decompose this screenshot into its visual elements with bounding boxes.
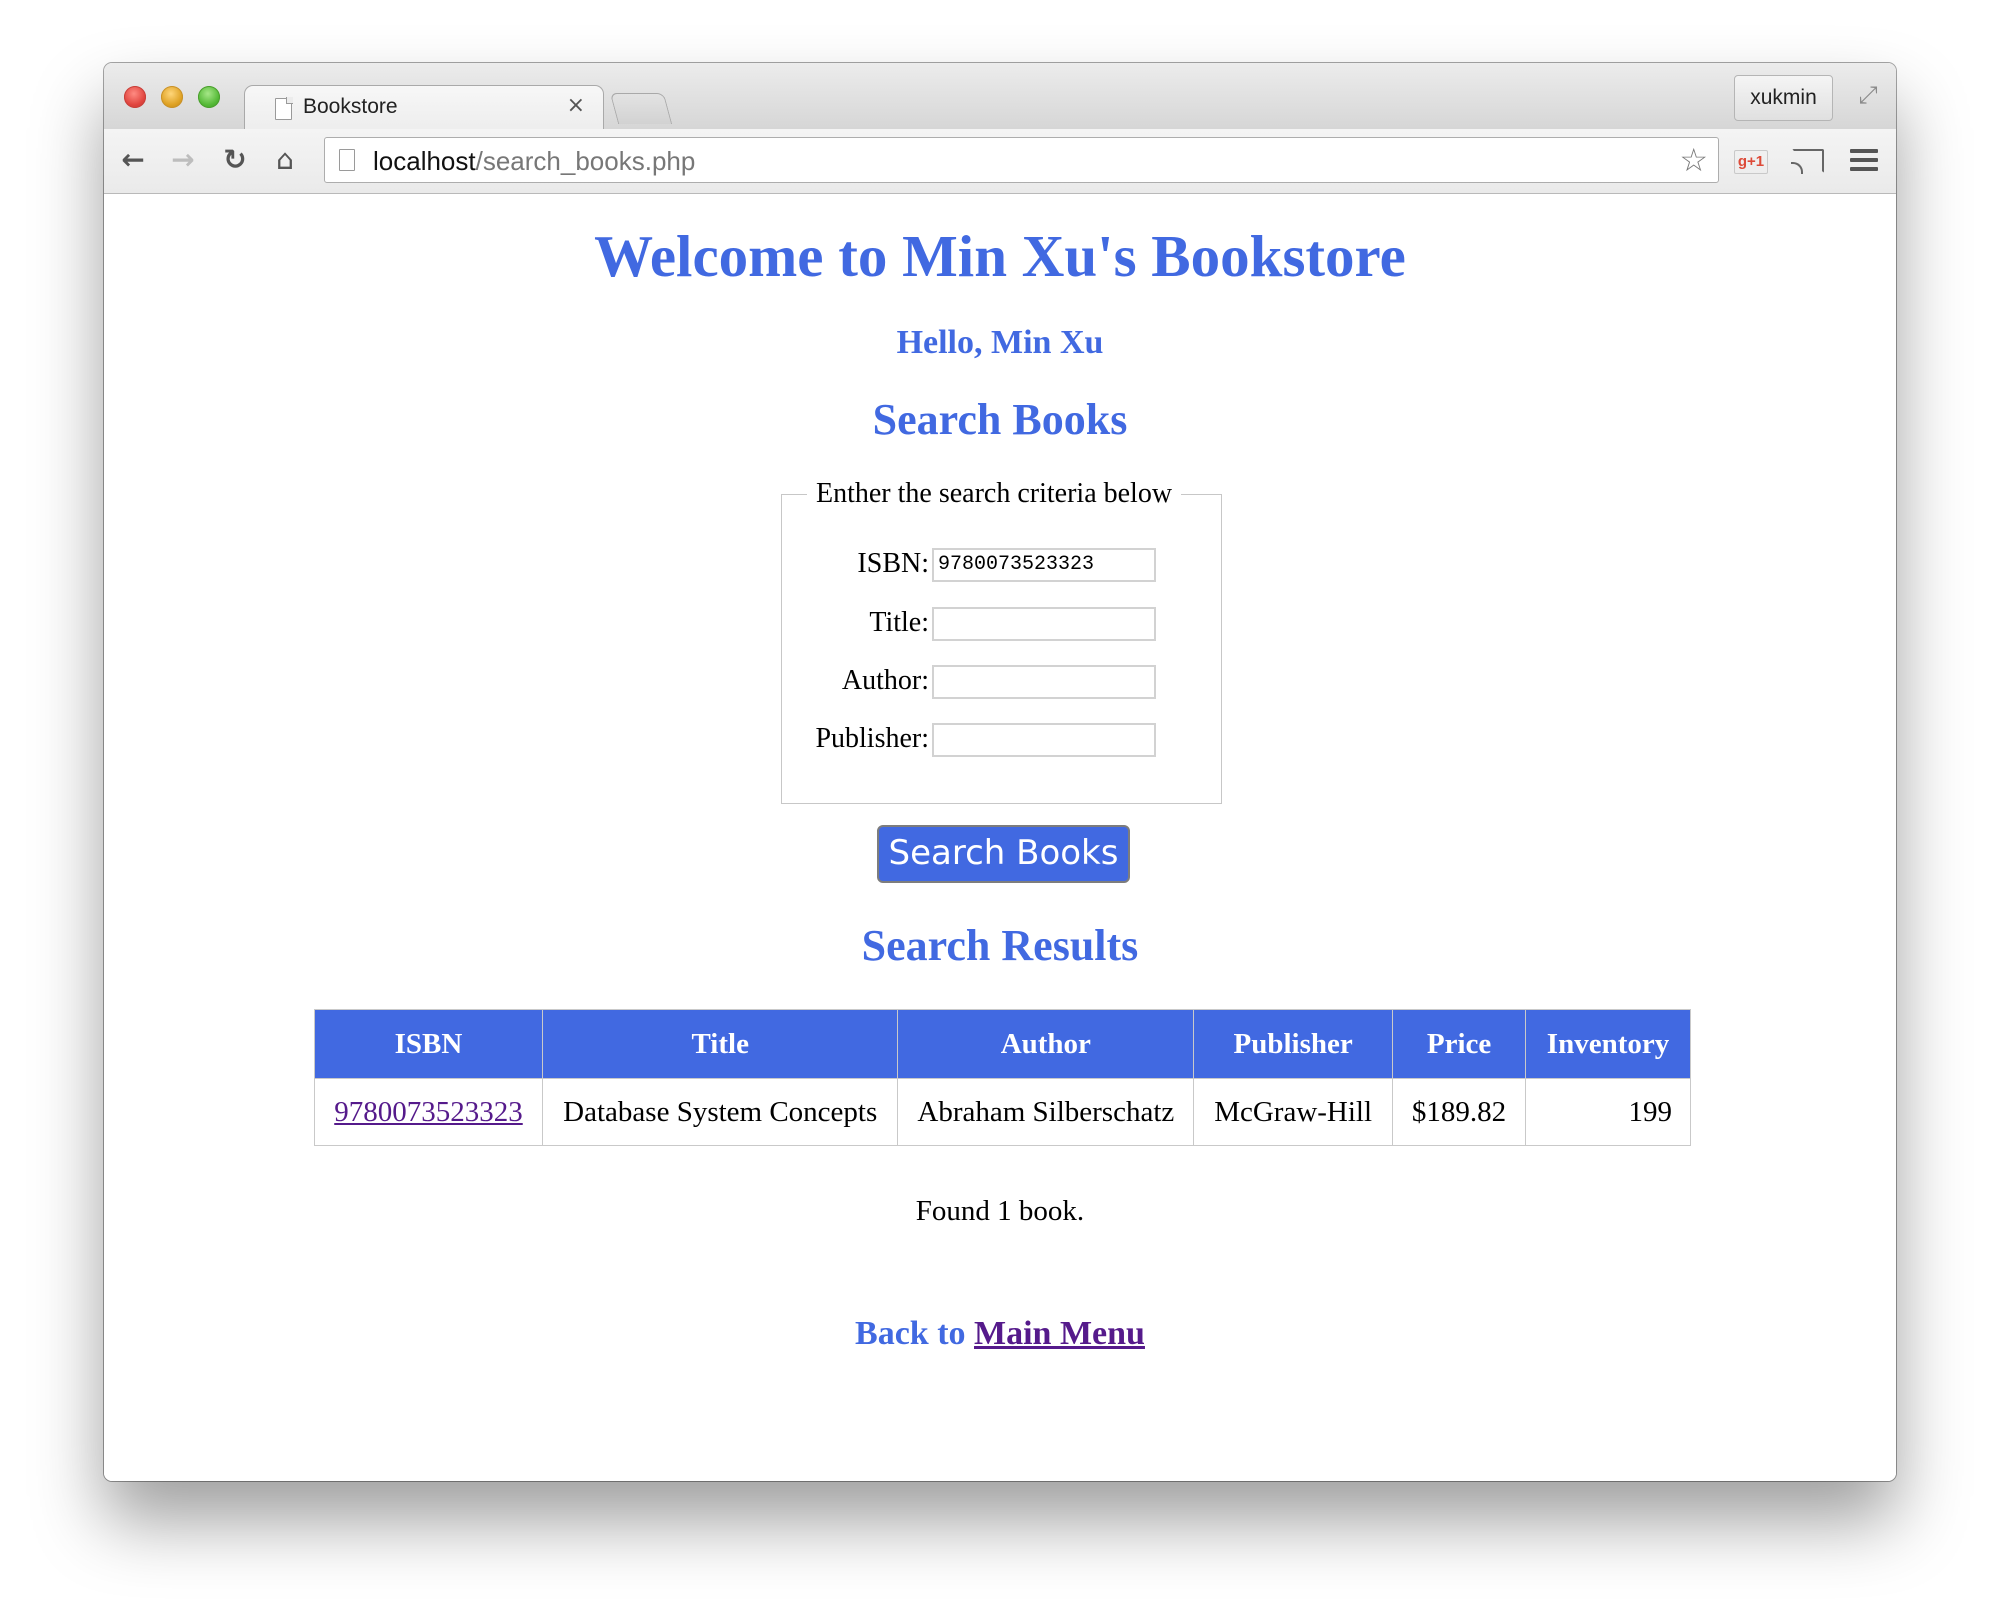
profile-button[interactable]: xukmin [1734,75,1833,121]
cell-isbn: 9780073523323 [314,1078,543,1146]
author-label: Author: [841,665,929,696]
page-icon [339,149,355,171]
column-header-publisher: Publisher [1193,1009,1394,1079]
publisher-label: Publisher: [815,723,929,754]
isbn-row: ISBN: 9780073523323 [782,546,1221,582]
cell-publisher: McGraw-Hill [1193,1078,1394,1146]
author-row: Author: [782,663,1221,699]
page-title: Welcome to Min Xu's Bookstore [594,223,1406,289]
home-icon[interactable]: ⌂ [268,143,302,177]
tab-close-icon[interactable]: × [567,93,585,118]
forward-arrow-icon[interactable]: → [166,143,200,177]
bookmark-star-icon[interactable]: ☆ [1679,142,1708,178]
minimize-window-button[interactable] [161,86,183,108]
author-input[interactable] [932,665,1156,699]
page-content: Welcome to Min Xu's Bookstore Hello, Min… [104,194,1896,1481]
search-heading: Search Books [872,395,1128,444]
cell-inventory: 199 [1525,1078,1691,1146]
title-input[interactable] [932,607,1156,641]
url-host: localhost [373,146,476,176]
back-arrow-icon[interactable]: ← [116,143,150,177]
cast-icon[interactable] [1791,149,1824,174]
url-path: /search_books.php [475,146,696,176]
isbn-label: ISBN: [857,548,929,579]
google-plus-icon[interactable]: g+1 [1734,150,1768,174]
table-row: 9780073523323 Database System Concepts A… [314,1078,1691,1146]
tab-bookstore[interactable]: Bookstore × [244,85,604,131]
new-tab-button[interactable] [609,93,673,124]
isbn-link[interactable]: 9780073523323 [334,1096,523,1128]
title-row: Title: [782,605,1221,641]
title-label: Title: [869,607,929,638]
title-bar: Bookstore × xukmin ⤢ [104,63,1896,131]
url-text: localhost/search_books.php [373,146,695,177]
column-header-title: Title [541,1009,899,1079]
cell-price: $189.82 [1392,1078,1527,1146]
table-header-row: ISBN Title Author Publisher Price Invent… [314,1009,1691,1079]
address-bar[interactable]: localhost/search_books.php ☆ [324,137,1719,183]
close-window-button[interactable] [124,86,146,108]
tab-title: Bookstore [303,95,398,118]
reload-icon[interactable]: ↻ [218,143,252,177]
cell-author: Abraham Silberschatz [897,1078,1195,1146]
results-table: ISBN Title Author Publisher Price Invent… [314,1009,1691,1146]
browser-window: Bookstore × xukmin ⤢ ← → ↻ ⌂ localhost/s… [104,63,1896,1481]
column-header-price: Price [1392,1009,1527,1079]
cell-title: Database System Concepts [541,1078,899,1146]
column-header-isbn: ISBN [314,1009,543,1079]
results-heading: Search Results [861,921,1139,970]
zoom-window-button[interactable] [198,86,220,108]
back-line: Back to Main Menu [104,1315,1896,1353]
column-header-author: Author [897,1009,1195,1079]
publisher-row: Publisher: [782,721,1221,757]
results-count: Found 1 book. [915,1195,1085,1227]
search-books-button[interactable]: Search Books [877,825,1130,883]
publisher-input[interactable] [932,723,1156,757]
back-prefix: Back to [855,1315,966,1352]
menu-icon[interactable] [1850,149,1878,173]
isbn-input[interactable]: 9780073523323 [932,548,1156,582]
page-icon [275,97,293,120]
column-header-inventory: Inventory [1525,1009,1691,1079]
greeting: Hello, Min Xu [896,324,1104,361]
criteria-legend: Enther the search criteria below [807,478,1182,510]
fullscreen-icon[interactable]: ⤢ [1854,81,1882,109]
main-menu-link[interactable]: Main Menu [974,1315,1145,1352]
browser-toolbar: ← → ↻ ⌂ localhost/search_books.php ☆ g+1 [104,129,1896,194]
search-criteria-fieldset: Enther the search criteria below ISBN: 9… [781,478,1222,804]
